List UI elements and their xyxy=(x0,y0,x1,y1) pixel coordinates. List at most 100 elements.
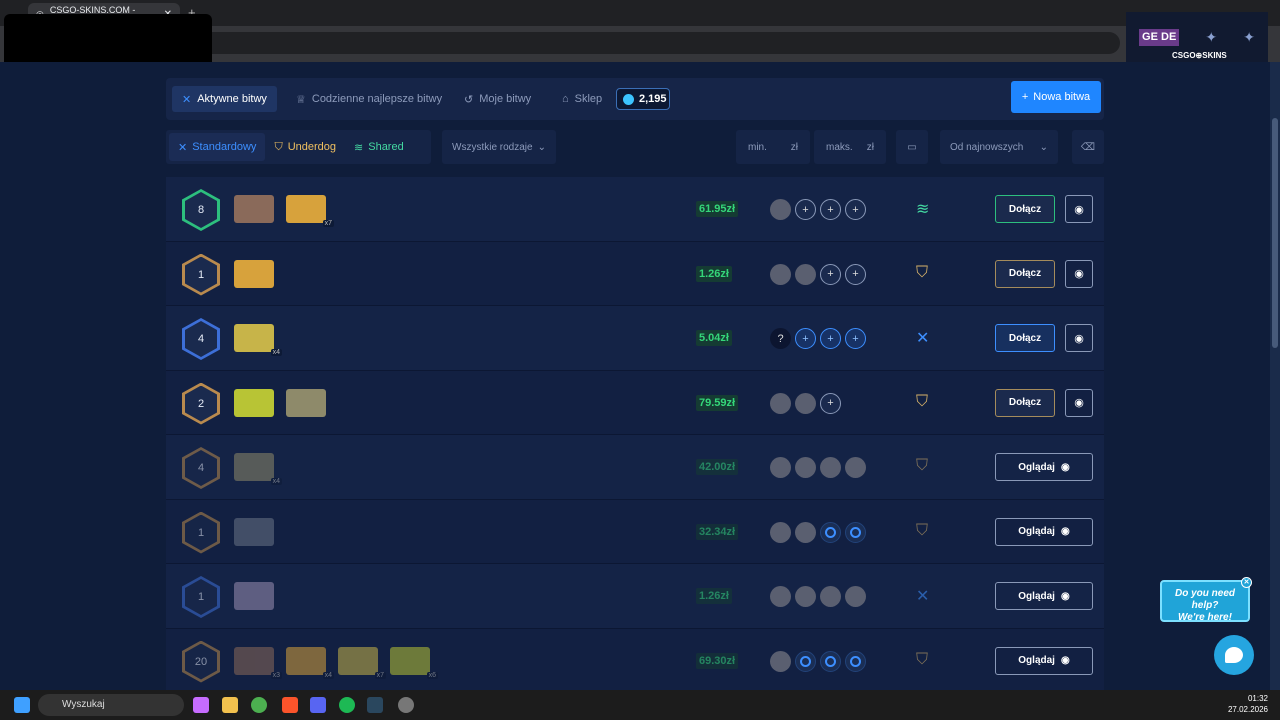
join-slot-button[interactable]: + xyxy=(820,392,841,414)
view-battle-button[interactable]: ◉ xyxy=(1065,195,1093,223)
battle-row[interactable]: 4 x4 42.00zł ⛉ Oglądaj ◉ xyxy=(166,435,1104,500)
scrollbar-thumb[interactable] xyxy=(1272,118,1278,348)
max-price-input[interactable]: maks. zł xyxy=(814,130,886,164)
player-slots: + + + xyxy=(770,199,866,220)
player-avatar[interactable] xyxy=(770,650,791,672)
join-button[interactable]: Dołącz xyxy=(995,388,1055,417)
join-slot-button[interactable]: + xyxy=(795,328,816,349)
join-button[interactable]: Dołącz xyxy=(995,259,1055,288)
page-content: ✕ Aktywne bitwy ♕ Codzienne najlepsze bi… xyxy=(0,62,1270,693)
filter-standard[interactable]: ✕ Standardowy xyxy=(169,133,266,161)
watch-button[interactable]: Oglądaj ◉ xyxy=(995,646,1093,675)
round-count: 8 xyxy=(185,192,217,228)
wallet-filter-button[interactable]: ▭ xyxy=(896,130,928,164)
watch-button[interactable]: Oglądaj ◉ xyxy=(995,582,1093,610)
join-slot-button[interactable]: + xyxy=(845,199,866,220)
player-avatar[interactable] xyxy=(845,586,866,607)
battle-row[interactable]: 1 1.26zł + + ⛉ Dołącz ◉ xyxy=(166,241,1104,306)
filter-shared[interactable]: ≋ Shared xyxy=(345,133,413,161)
coin-balance[interactable]: 2,195 xyxy=(616,88,670,110)
min-price-input[interactable]: min. zł xyxy=(736,130,810,164)
button-label: Oglądaj xyxy=(1018,655,1055,666)
battles-navbar: ✕ Aktywne bitwy ♕ Codzienne najlepsze bi… xyxy=(166,78,1104,120)
player-avatar[interactable] xyxy=(770,199,791,220)
join-button[interactable]: Dołącz xyxy=(995,324,1055,352)
join-slot-button[interactable]: + xyxy=(820,328,841,349)
eye-icon: ◉ xyxy=(1074,203,1084,216)
type-select[interactable]: Wszystkie rodzaje ⌄ xyxy=(442,130,556,164)
player-avatar[interactable] xyxy=(770,586,791,607)
round-count-badge: 8 xyxy=(182,189,220,231)
tab-daily-best[interactable]: ♕ Codzienne najlepsze bitwy xyxy=(286,86,452,112)
steam-icon[interactable] xyxy=(367,697,383,713)
player-avatar[interactable] xyxy=(795,263,816,285)
player-avatar[interactable] xyxy=(820,586,841,607)
player-avatar[interactable] xyxy=(770,263,791,285)
battle-row[interactable]: 1 32.34zł ⛉ Oglądaj ◉ xyxy=(166,499,1104,564)
brave-icon[interactable] xyxy=(282,697,298,713)
close-icon[interactable]: ✕ xyxy=(1241,577,1252,588)
scrollbar[interactable] xyxy=(1270,62,1280,690)
player-avatar[interactable] xyxy=(770,392,791,414)
view-battle-button[interactable]: ◉ xyxy=(1065,324,1093,352)
eye-icon: ◉ xyxy=(1060,526,1070,537)
join-button[interactable]: Dołącz xyxy=(995,195,1055,223)
file-explorer-icon[interactable] xyxy=(222,697,238,713)
case-image xyxy=(234,582,274,610)
join-slot-button[interactable]: + xyxy=(845,263,866,285)
bot-slot-icon xyxy=(820,521,841,543)
player-avatar[interactable] xyxy=(845,457,866,478)
view-battle-button[interactable]: ◉ xyxy=(1065,259,1093,288)
battle-row[interactable]: 20 x3 x4 x7 x6 69.30zł ⛉ Oglądaj ◉ xyxy=(166,628,1104,693)
battle-row[interactable]: 2 79.59zł + ⛉ Dołącz ◉ xyxy=(166,370,1104,435)
app-icon[interactable] xyxy=(398,697,414,713)
help-line-2: We're here! xyxy=(1178,612,1232,623)
taskbar-search[interactable]: Wyszukaj xyxy=(38,694,184,716)
player-slots xyxy=(770,457,866,478)
case-image xyxy=(234,195,274,223)
filter-label: Underdog xyxy=(287,141,337,153)
battle-row[interactable]: 4 x4 5.04zł? + + + ✕ Dołącz ◉ xyxy=(166,306,1104,371)
battle-row[interactable]: 1 1.26zł ✕ Oglądaj ◉ xyxy=(166,564,1104,629)
help-bubble[interactable]: ✕ Do you need help? We're here! xyxy=(1160,577,1252,623)
player-avatar[interactable] xyxy=(770,457,791,478)
chat-button[interactable] xyxy=(1214,635,1254,675)
sort-select[interactable]: Od najnowszych ⌄ xyxy=(940,130,1058,164)
player-avatar[interactable] xyxy=(795,586,816,607)
watch-button[interactable]: Oglądaj ◉ xyxy=(995,517,1093,546)
eye-icon: ◉ xyxy=(1060,655,1070,666)
watch-button[interactable]: Oglądaj ◉ xyxy=(995,453,1093,481)
tab-shop[interactable]: ⌂ Sklep xyxy=(552,86,612,112)
player-avatar[interactable] xyxy=(820,457,841,478)
join-slot-button[interactable]: + xyxy=(795,199,816,220)
address-bar[interactable]: e xyxy=(150,32,1120,54)
case-multiplier: x4 xyxy=(322,671,334,679)
system-clock[interactable]: 01:32 27.02.2026 xyxy=(1228,693,1268,715)
join-slot-button[interactable]: + xyxy=(820,263,841,285)
case-multiplier: x6 xyxy=(426,671,438,679)
join-slot-button[interactable]: + xyxy=(820,199,841,220)
eye-icon: ◉ xyxy=(1074,332,1084,345)
battle-row[interactable]: 8 x7 61.95zł + + + ≋ Dołącz ◉ xyxy=(166,177,1104,242)
player-avatar[interactable] xyxy=(795,457,816,478)
tab-active-battles[interactable]: ✕ Aktywne bitwy xyxy=(172,86,277,112)
round-count: 4 xyxy=(185,321,217,357)
new-battle-button[interactable]: + Nowa bitwa xyxy=(1011,81,1101,113)
filter-underdog[interactable]: ⛉ Underdog xyxy=(265,133,345,161)
player-avatar[interactable] xyxy=(795,521,816,543)
round-count: 1 xyxy=(185,514,217,551)
windows-start-icon[interactable] xyxy=(14,697,30,713)
copilot-icon[interactable] xyxy=(193,697,209,713)
spotify-icon[interactable] xyxy=(339,697,355,713)
view-battle-button[interactable]: ◉ xyxy=(1065,388,1093,417)
discord-icon[interactable] xyxy=(310,697,326,713)
player-avatar[interactable] xyxy=(795,392,816,414)
join-slot-button[interactable]: + xyxy=(845,328,866,349)
chrome-icon[interactable] xyxy=(251,697,267,713)
player-avatar[interactable] xyxy=(770,521,791,543)
eye-icon: ◉ xyxy=(1074,397,1084,409)
bot-slot-icon xyxy=(845,650,866,672)
clear-filters-button[interactable]: ⌫ xyxy=(1072,130,1104,164)
tab-my-battles[interactable]: ↺ Moje bitwy xyxy=(454,86,541,112)
filter-label: Standardowy xyxy=(192,141,257,153)
